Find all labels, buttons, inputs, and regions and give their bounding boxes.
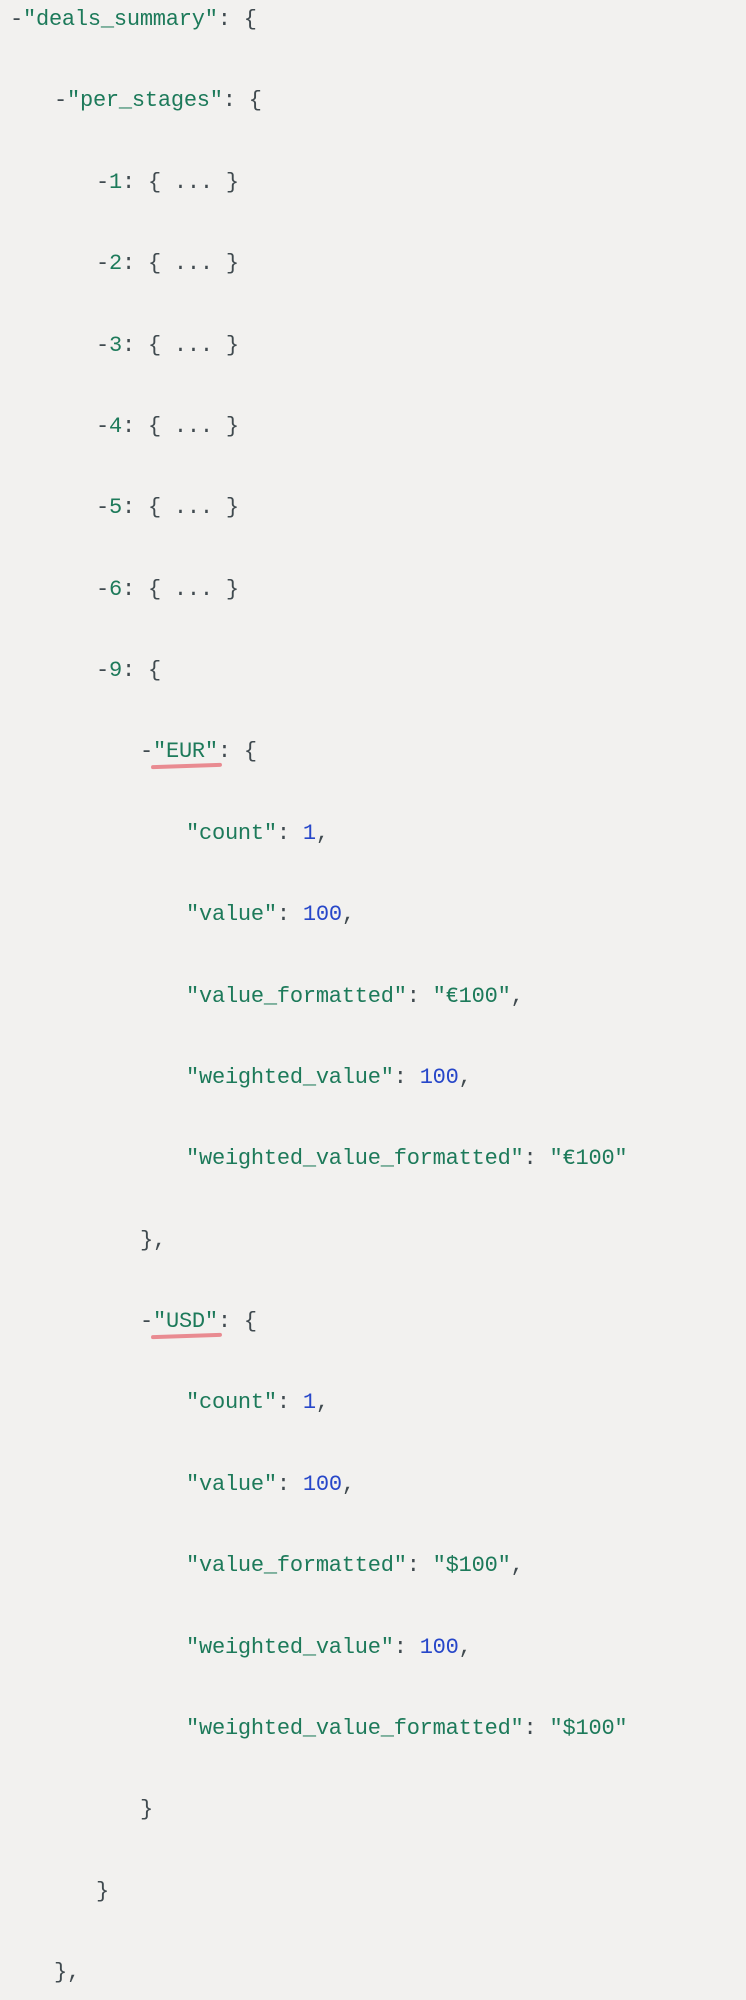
line-stage-9-close: }: [10, 1872, 746, 1913]
collapsed-content[interactable]: { ... }: [148, 577, 239, 602]
value-number: 100: [420, 1635, 459, 1660]
line-usd-open: -"USD": {: [10, 1302, 746, 1343]
value-string: "€100": [550, 1146, 628, 1171]
key-value: "value": [186, 902, 277, 927]
value-string: "$100": [433, 1553, 511, 1578]
key-count: "count": [186, 821, 277, 846]
toggle-minus[interactable]: -: [140, 739, 153, 764]
line-per-stages-open: -"per_stages": {: [10, 81, 746, 122]
line-eur-value-formatted: "value_formatted": "€100",: [10, 977, 746, 1018]
line-stage-2: -2: { ... }: [10, 244, 746, 285]
line-eur-weighted-value: "weighted_value": 100,: [10, 1058, 746, 1099]
key-stage-1: 1: [109, 170, 122, 195]
line-stage-1: -1: { ... }: [10, 163, 746, 204]
line-usd-count: "count": 1,: [10, 1383, 746, 1424]
key-stage-9: 9: [109, 658, 122, 683]
line-usd-value: "value": 100,: [10, 1465, 746, 1506]
value-string: "$100": [550, 1716, 628, 1741]
line-usd-value-formatted: "value_formatted": "$100",: [10, 1546, 746, 1587]
toggle-minus[interactable]: -: [10, 7, 23, 32]
line-root-open: -"deals_summary": {: [10, 0, 746, 41]
toggle-minus[interactable]: -: [96, 495, 109, 520]
value-number: 1: [303, 1390, 316, 1415]
key-stage-4: 4: [109, 414, 122, 439]
key-weighted-value: "weighted_value": [186, 1635, 394, 1660]
line-stage-5: -5: { ... }: [10, 488, 746, 529]
line-eur-value: "value": 100,: [10, 895, 746, 936]
key-value: "value": [186, 1472, 277, 1497]
collapsed-content[interactable]: { ... }: [148, 495, 239, 520]
value-number: 100: [303, 1472, 342, 1497]
line-usd-close: }: [10, 1790, 746, 1831]
line-eur-close: },: [10, 1221, 746, 1262]
value-number: 100: [303, 902, 342, 927]
collapsed-content[interactable]: { ... }: [148, 414, 239, 439]
line-stage-6: -6: { ... }: [10, 570, 746, 611]
line-stage-9-open: -9: {: [10, 651, 746, 692]
key-value-formatted: "value_formatted": [186, 984, 407, 1009]
key-per-stages: "per_stages": [67, 88, 223, 113]
line-usd-weighted-value-formatted: "weighted_value_formatted": "$100": [10, 1709, 746, 1750]
line-usd-weighted-value: "weighted_value": 100,: [10, 1628, 746, 1669]
json-tree: -"deals_summary": { -"per_stages": { -1:…: [10, 0, 746, 2000]
key-stage-2: 2: [109, 251, 122, 276]
key-deals-summary: "deals_summary": [23, 7, 218, 32]
toggle-minus[interactable]: -: [96, 333, 109, 358]
toggle-minus[interactable]: -: [140, 1309, 153, 1334]
key-eur: "EUR": [153, 739, 218, 764]
key-weighted-value-formatted: "weighted_value_formatted": [186, 1146, 524, 1171]
line-per-stages-close: },: [10, 1953, 746, 1994]
key-value-formatted: "value_formatted": [186, 1553, 407, 1578]
key-weighted-value: "weighted_value": [186, 1065, 394, 1090]
collapsed-content[interactable]: { ... }: [148, 251, 239, 276]
key-stage-6: 6: [109, 577, 122, 602]
line-eur-open: -"EUR": {: [10, 732, 746, 773]
line-eur-count: "count": 1,: [10, 814, 746, 855]
line-eur-weighted-value-formatted: "weighted_value_formatted": "€100": [10, 1139, 746, 1180]
key-stage-3: 3: [109, 333, 122, 358]
toggle-minus[interactable]: -: [96, 577, 109, 602]
toggle-minus[interactable]: -: [54, 88, 67, 113]
collapsed-content[interactable]: { ... }: [148, 333, 239, 358]
key-weighted-value-formatted: "weighted_value_formatted": [186, 1716, 524, 1741]
toggle-minus[interactable]: -: [96, 251, 109, 276]
toggle-minus[interactable]: -: [96, 170, 109, 195]
key-count: "count": [186, 1390, 277, 1415]
toggle-minus[interactable]: -: [96, 658, 109, 683]
key-usd: "USD": [153, 1309, 218, 1334]
collapsed-content[interactable]: { ... }: [148, 170, 239, 195]
key-stage-5: 5: [109, 495, 122, 520]
value-number: 1: [303, 821, 316, 846]
line-stage-4: -4: { ... }: [10, 407, 746, 448]
toggle-minus[interactable]: -: [96, 414, 109, 439]
value-string: "€100": [433, 984, 511, 1009]
value-number: 100: [420, 1065, 459, 1090]
line-stage-3: -3: { ... }: [10, 326, 746, 367]
